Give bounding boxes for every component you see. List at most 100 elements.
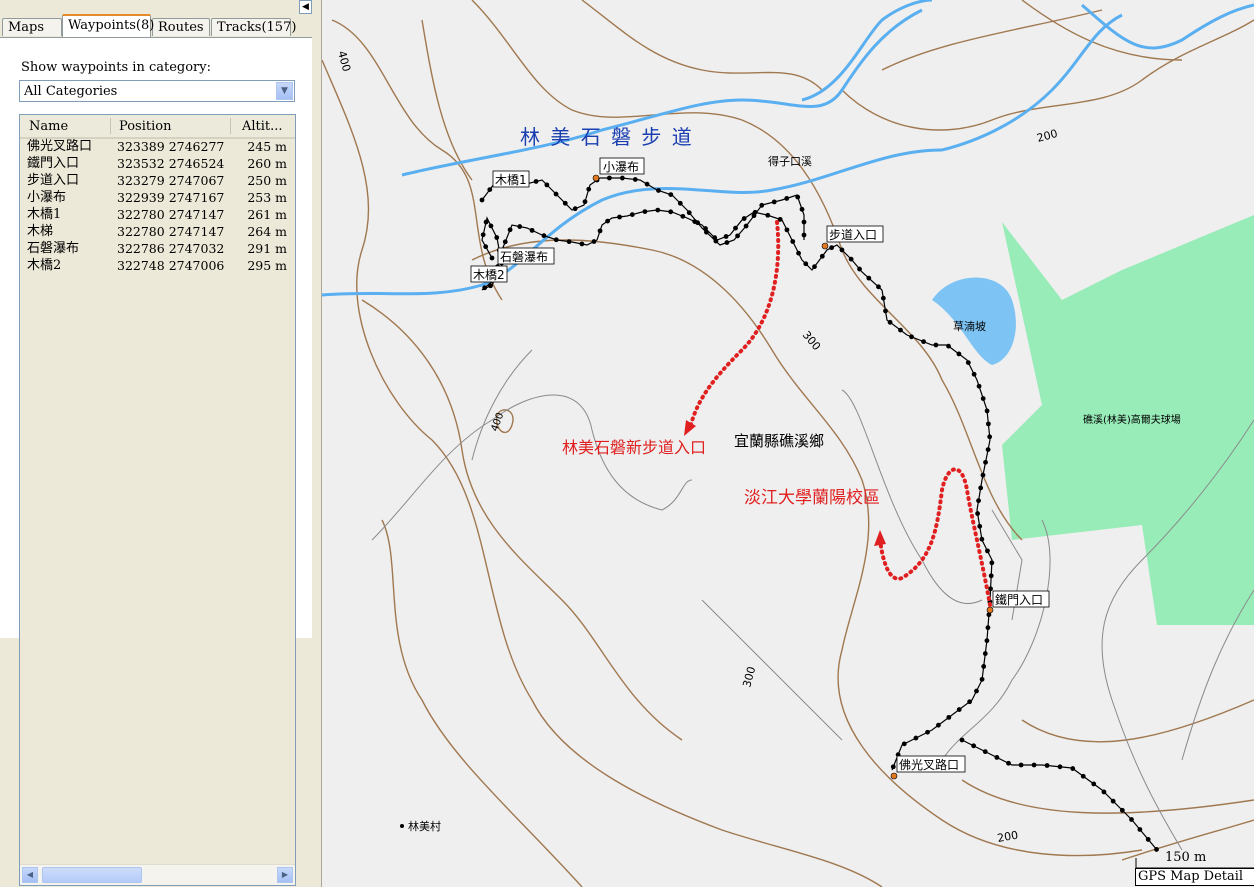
list-item[interactable]: 小瀑布 322939 2747167 253 m xyxy=(20,190,295,207)
track-point xyxy=(668,192,674,197)
track-point xyxy=(724,240,730,245)
column-header-position[interactable]: Position xyxy=(119,119,171,134)
track-point xyxy=(1145,837,1151,842)
track-point xyxy=(946,714,952,720)
track-point xyxy=(790,239,796,244)
waypoint-altitude: 260 m xyxy=(247,156,287,171)
waypoint-altitude: 261 m xyxy=(247,207,287,222)
waypoint-labels: 小瀑布 木橋1 石磐瀑布 木橋2 步道入口 鐵門入口 佛光叉路口 xyxy=(470,157,1050,773)
track-point xyxy=(980,396,986,401)
track-point xyxy=(1119,807,1125,813)
waypoint-position: 322939 2747167 xyxy=(117,190,225,205)
collapse-panel-button[interactable]: ◀ xyxy=(299,0,312,14)
list-item[interactable]: 石磐瀑布 322786 2747032 291 m xyxy=(20,241,295,258)
track-point xyxy=(848,256,854,262)
track-point xyxy=(605,218,610,224)
track-point xyxy=(751,213,757,219)
track-point xyxy=(799,206,805,212)
waypoint-marker[interactable] xyxy=(986,606,994,614)
waypoint-name: 石磐瀑布 xyxy=(27,241,80,256)
track-point xyxy=(533,179,539,184)
waypoint-altitude: 291 m xyxy=(247,241,287,256)
waypoint-altitude: 250 m xyxy=(247,173,287,188)
horizontal-scrollbar[interactable]: ◀ ▶ xyxy=(20,864,295,885)
category-select[interactable]: All Categories ▼ xyxy=(19,80,295,102)
track-point xyxy=(579,241,585,247)
contour-label: 400 xyxy=(335,49,353,73)
category-label: Show waypoints in category: xyxy=(21,60,211,75)
waypoint-position: 322780 2747147 xyxy=(117,224,225,239)
waypoint-label[interactable]: 鐵門入口 xyxy=(995,592,1043,607)
track-point xyxy=(553,191,559,197)
track-point xyxy=(1070,766,1076,771)
scrollbar-thumb[interactable] xyxy=(42,867,142,883)
waypoint-marker[interactable] xyxy=(821,242,829,250)
track-point xyxy=(1129,817,1134,822)
waypoint-label[interactable]: 佛光叉路口 xyxy=(899,757,959,772)
map-view[interactable]: 小瀑布 木橋1 石磐瀑布 木橋2 步道入口 鐵門入口 佛光叉路口 林 美 石 磐… xyxy=(322,0,1254,887)
tab-tracks[interactable]: Tracks(157) xyxy=(211,18,296,36)
list-item[interactable]: 佛光叉路口 323389 2746277 245 m xyxy=(20,139,295,156)
waypoint-position: 322780 2747147 xyxy=(117,207,225,222)
track-point xyxy=(483,219,489,225)
track-point xyxy=(985,421,991,427)
track-point xyxy=(946,343,951,349)
waypoint-name: 木橋1 xyxy=(27,207,62,222)
pond-label: 草湳坡 xyxy=(953,319,986,333)
track-point xyxy=(743,223,749,229)
waypoint-name: 鐵門入口 xyxy=(27,156,80,171)
track-point xyxy=(1018,762,1024,768)
list-item[interactable]: 步道入口 323279 2747067 250 m xyxy=(20,173,295,190)
tab-routes[interactable]: Routes xyxy=(152,18,210,36)
track-point xyxy=(487,187,493,193)
list-item[interactable]: 鐵門入口 323532 2746524 260 m xyxy=(20,156,295,173)
track-point xyxy=(887,319,893,325)
track-point xyxy=(978,485,984,491)
waypoint-position: 322786 2747032 xyxy=(117,241,225,256)
waypoint-label[interactable]: 石磐瀑布 xyxy=(500,250,548,264)
scroll-left-icon[interactable]: ◀ xyxy=(22,867,38,883)
track-point xyxy=(883,308,888,314)
track-point xyxy=(655,207,661,213)
list-item[interactable]: 木橋2 322748 2747006 295 m xyxy=(20,258,295,275)
track-point xyxy=(921,339,926,345)
track-point xyxy=(819,253,825,259)
map-canvas[interactable]: 小瀑布 木橋1 石磐瀑布 木橋2 步道入口 鐵門入口 佛光叉路口 林 美 石 磐… xyxy=(322,0,1254,887)
column-header-altitude[interactable]: Altit... xyxy=(242,119,283,134)
track-point xyxy=(994,755,1000,760)
list-item[interactable]: 木橋1 322780 2747147 261 m xyxy=(20,207,295,224)
track-point xyxy=(656,188,661,193)
track-point xyxy=(866,275,872,281)
tab-maps[interactable]: Maps xyxy=(2,18,62,36)
track-point xyxy=(686,210,692,216)
column-header-name[interactable]: Name xyxy=(29,119,68,134)
scroll-right-icon[interactable]: ▶ xyxy=(277,867,293,883)
column-separator[interactable] xyxy=(230,118,231,134)
column-separator[interactable] xyxy=(110,118,111,134)
track-point xyxy=(529,227,535,233)
chevron-down-icon[interactable]: ▼ xyxy=(276,82,293,100)
waypoint-marker[interactable] xyxy=(592,174,600,182)
tab-waypoints[interactable]: Waypoints(8) xyxy=(62,14,154,37)
track-point xyxy=(784,227,790,233)
waypoint-label[interactable]: 小瀑布 xyxy=(603,160,639,174)
track-point xyxy=(982,651,988,656)
waypoint-label[interactable]: 步道入口 xyxy=(829,228,877,242)
track-point xyxy=(909,334,914,340)
track-point xyxy=(632,177,638,182)
waypoint-marker[interactable] xyxy=(890,772,898,780)
track-point xyxy=(741,216,747,221)
track-point xyxy=(723,234,729,239)
waypoint-altitude: 295 m xyxy=(247,258,287,273)
waypoint-label[interactable]: 木橋2 xyxy=(473,268,505,282)
waypoint-name: 木梯 xyxy=(27,224,54,239)
track-point xyxy=(784,196,790,201)
panel-splitter[interactable] xyxy=(314,0,322,887)
contour-label: 200 xyxy=(1035,127,1059,145)
track-point xyxy=(985,548,990,554)
track-point xyxy=(629,212,635,217)
track-point xyxy=(981,664,987,669)
waypoint-label[interactable]: 木橋1 xyxy=(495,173,527,187)
list-item[interactable]: 木梯 322780 2747147 264 m xyxy=(20,224,295,241)
track-point xyxy=(857,266,862,272)
